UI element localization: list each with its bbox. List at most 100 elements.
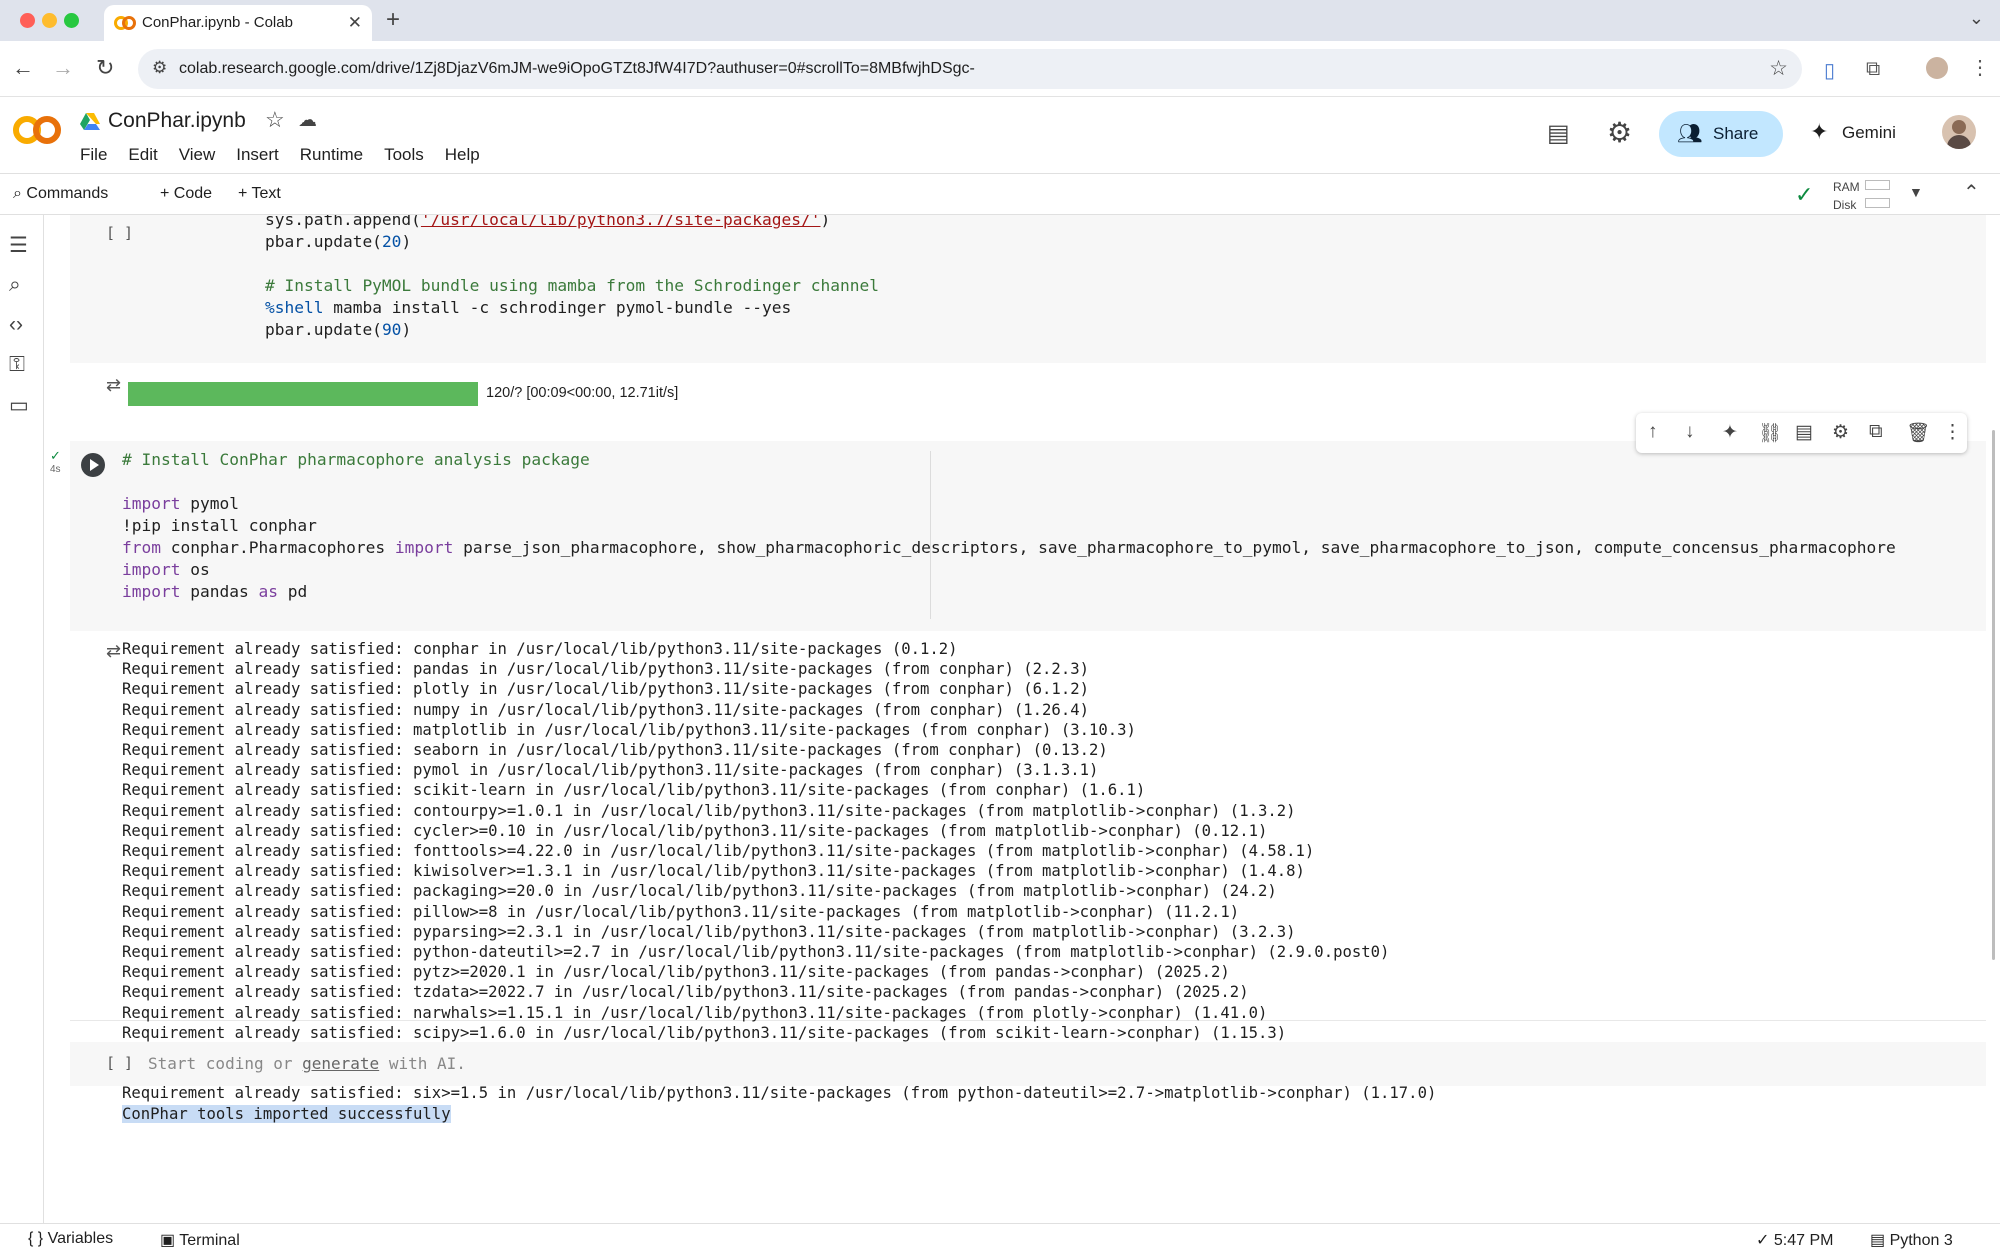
code-line: !pip install conphar xyxy=(122,516,317,535)
add-text-cell-button[interactable]: + Text xyxy=(238,185,281,203)
back-arrow-icon[interactable]: ← xyxy=(12,55,34,81)
browser-menu-icon[interactable]: ⋮ xyxy=(1970,55,1990,80)
terminal-button[interactable]: ▣ Terminal xyxy=(160,1230,240,1250)
collapse-header-icon[interactable]: ⌃ xyxy=(1963,180,1980,205)
terminal-icon: ▣ xyxy=(160,1232,180,1249)
url-text[interactable]: colab.research.google.com/drive/1Zj8Djaz… xyxy=(179,60,975,78)
output-toggle-icon[interactable]: ⇄ xyxy=(106,641,121,662)
notebook-name[interactable]: ConPhar.ipynb xyxy=(108,109,246,133)
cell-toolbar: ↑ ↓ ✦ ⛓ ▤ ⚙ ⧉ 🗑︎ ⋮ xyxy=(1636,413,1967,453)
menu-runtime[interactable]: Runtime xyxy=(300,145,363,165)
code-line: from conphar.Pharmacophores import parse… xyxy=(122,538,1896,557)
add-code-cell-button[interactable]: + Code xyxy=(160,185,212,203)
runtime-icon: ▤ xyxy=(1870,1232,1890,1249)
forward-arrow-icon[interactable]: → xyxy=(52,55,74,81)
star-notebook-icon[interactable]: ☆ xyxy=(265,107,285,133)
files-folder-icon[interactable]: ▭ xyxy=(9,393,29,418)
share-button[interactable]: 👥︎ Share xyxy=(1659,111,1783,157)
cell-execution-bracket[interactable]: [ ] xyxy=(106,224,133,242)
secrets-key-icon[interactable]: ⚿ xyxy=(9,353,25,377)
extensions-puzzle-icon[interactable]: ⧉ xyxy=(1866,58,1880,81)
move-cell-up-icon[interactable]: ↑ xyxy=(1648,421,1658,443)
menu-edit[interactable]: Edit xyxy=(128,145,157,165)
output-line: Requirement already satisfied: fonttools… xyxy=(122,842,1315,861)
cell-source-code[interactable]: sys.path.append('/usr/local/lib/python3.… xyxy=(226,215,879,341)
move-cell-down-icon[interactable]: ↓ xyxy=(1685,421,1695,443)
colab-favicon-icon xyxy=(114,16,136,30)
mirror-cell-icon[interactable]: ⧉ xyxy=(1869,421,1883,443)
kernel-indicator[interactable]: ▤ Python 3 xyxy=(1870,1230,1953,1250)
code-snippets-icon[interactable]: ‹› xyxy=(9,313,23,337)
menu-tools[interactable]: Tools xyxy=(384,145,424,165)
output-line: Requirement already satisfied: plotly in… xyxy=(122,680,1089,699)
account-avatar[interactable] xyxy=(1942,115,1976,149)
output-line: Requirement already satisfied: packaging… xyxy=(122,882,1277,901)
code-cell-install-pymol[interactable]: [ ] sys.path.append('/usr/local/lib/pyth… xyxy=(70,215,1986,363)
notebook-toolbar: ⌕ Commands + Code + Text ✓ RAM Disk ▼ ⌃ xyxy=(0,173,2000,215)
colab-logo-icon[interactable] xyxy=(12,111,62,149)
profile-avatar-icon[interactable] xyxy=(1926,57,1948,79)
more-options-icon[interactable]: ⋮ xyxy=(1943,421,1962,444)
empty-code-cell[interactable]: [ ] Start coding or generate with AI. xyxy=(70,1042,1986,1086)
browser-tab-bar: ConPhar.ipynb - Colab ✕ + ⌄ xyxy=(0,0,2000,41)
output-line: Requirement already satisfied: conphar i… xyxy=(122,640,958,658)
find-replace-icon[interactable]: ⌕ xyxy=(9,273,21,297)
notebook-area: [ ] sys.path.append('/usr/local/lib/pyth… xyxy=(44,215,2000,1223)
output-line: Requirement already satisfied: matplotli… xyxy=(122,720,1136,739)
cloud-saved-icon[interactable]: ☁ xyxy=(298,109,317,132)
tab-search-icon[interactable]: ⌄ xyxy=(1969,8,1984,29)
link-to-cell-icon[interactable]: ⛓ xyxy=(1758,421,1782,445)
cell-execution-bracket[interactable]: [ ] xyxy=(106,1054,133,1072)
code-line: %shell mamba install -c schrodinger pymo… xyxy=(264,298,792,317)
output-line: Requirement already satisfied: six>=1.5 … xyxy=(122,1084,1437,1103)
gemini-sparkle-icon: ✦ xyxy=(1810,119,1829,144)
notebook-scrollbar[interactable] xyxy=(1990,430,1998,960)
runtime-dropdown-icon[interactable]: ▼ xyxy=(1909,184,1923,200)
bookmark-star-icon[interactable]: ☆ xyxy=(1769,56,1788,81)
cell-source-code[interactable]: # Install ConPhar pharmacophore analysis… xyxy=(122,449,1896,603)
gemini-label: Gemini xyxy=(1842,123,1896,142)
cell-settings-icon[interactable]: ⚙ xyxy=(1832,421,1849,444)
connected-check-icon[interactable]: ✓ xyxy=(1795,182,1813,208)
left-sidebar: ☰ ⌕ ‹› ⚿ ▭ xyxy=(0,215,44,1223)
menu-view[interactable]: View xyxy=(179,145,216,165)
table-of-contents-icon[interactable]: ☰ xyxy=(9,233,28,258)
output-line: Requirement already satisfied: numpy in … xyxy=(122,700,1089,719)
address-bar[interactable]: ⚙ colab.research.google.com/drive/1Zj8Dj… xyxy=(138,49,1802,89)
progress-status-text: 120/? [00:09<00:00, 12.71it/s] xyxy=(486,385,679,401)
menu-file[interactable]: File xyxy=(80,145,107,165)
close-tab-icon[interactable]: ✕ xyxy=(348,13,362,33)
output-line: Requirement already satisfied: pymol in … xyxy=(122,761,1099,780)
execution-time: 4s xyxy=(50,464,61,475)
reload-icon[interactable]: ↻ xyxy=(96,55,114,81)
minimize-window-button[interactable] xyxy=(42,13,57,28)
menu-insert[interactable]: Insert xyxy=(236,145,279,165)
close-window-button[interactable] xyxy=(20,13,35,28)
run-cell-button[interactable] xyxy=(81,453,105,477)
commands-button[interactable]: ⌕ Commands xyxy=(13,185,108,203)
google-drive-icon xyxy=(80,113,100,130)
new-tab-icon[interactable]: + xyxy=(386,6,400,34)
last-run-time[interactable]: ✓ 5:47 PM xyxy=(1756,1230,1833,1250)
browser-toolbar: ← → ↻ ⚙ colab.research.google.com/drive/… xyxy=(0,41,2000,97)
cell-placeholder[interactable]: Start coding or generate with AI. xyxy=(148,1054,466,1073)
output-line: Requirement already satisfied: contourpy… xyxy=(122,801,1296,820)
browser-tab[interactable]: ConPhar.ipynb - Colab ✕ xyxy=(104,5,372,41)
settings-gear-icon[interactable]: ⚙ xyxy=(1607,116,1632,149)
docs-extension-icon[interactable]: ▯ xyxy=(1824,58,1835,83)
delete-cell-icon[interactable]: 🗑︎ xyxy=(1906,421,1930,445)
comments-icon[interactable]: ▤ xyxy=(1547,119,1570,148)
variables-button[interactable]: { } Variables xyxy=(28,1230,113,1248)
menu-help[interactable]: Help xyxy=(445,145,480,165)
resource-labels[interactable]: RAM Disk xyxy=(1833,178,1860,214)
generate-link[interactable]: generate xyxy=(302,1054,379,1073)
site-settings-icon[interactable]: ⚙ xyxy=(152,58,167,78)
output-toggle-icon[interactable]: ⇄ xyxy=(106,375,121,396)
maximize-window-button[interactable] xyxy=(64,13,79,28)
gemini-cell-icon[interactable]: ✦ xyxy=(1722,421,1738,444)
colab-header: ConPhar.ipynb ☆ ☁ File Edit View Insert … xyxy=(0,97,2000,173)
comment-cell-icon[interactable]: ▤ xyxy=(1795,421,1813,444)
code-cell-install-conphar[interactable]: # Install ConPhar pharmacophore analysis… xyxy=(70,441,1986,631)
people-icon: 👥︎ xyxy=(1677,123,1703,145)
